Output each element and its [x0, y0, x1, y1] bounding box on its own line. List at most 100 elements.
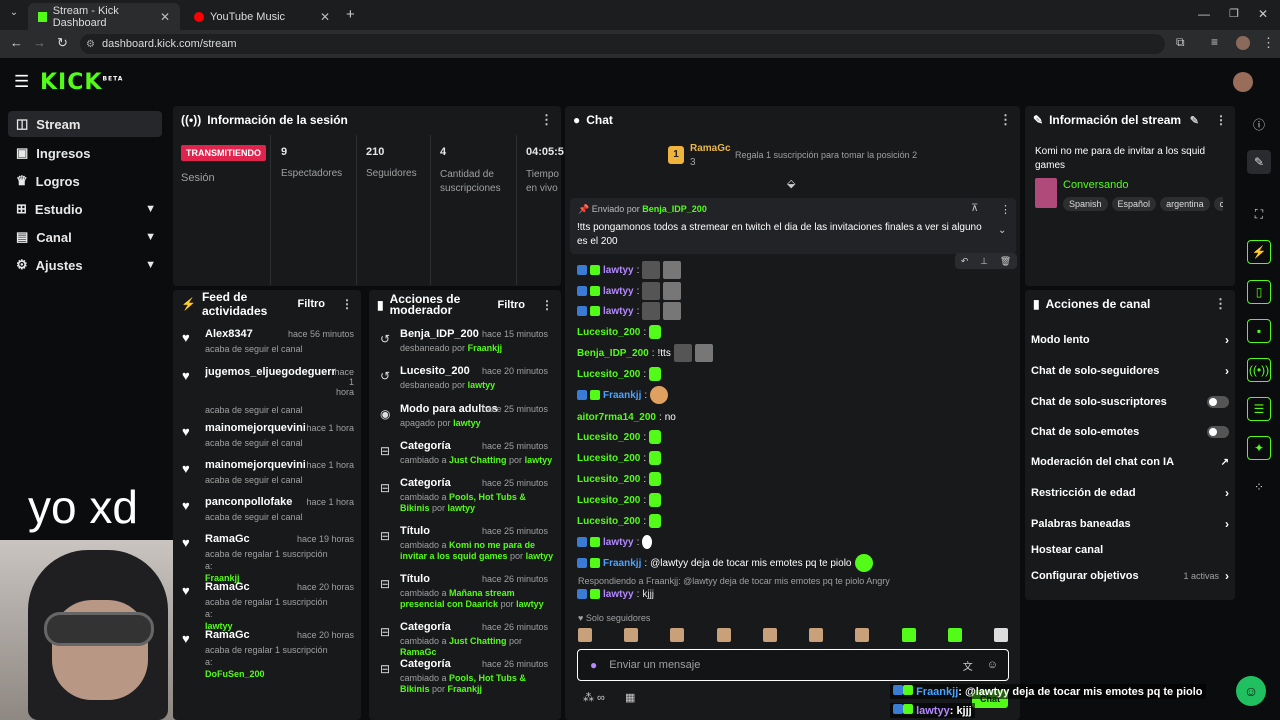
- emoji-icon[interactable]: ☺: [987, 659, 998, 671]
- info-icon[interactable]: ⓘ: [1247, 112, 1271, 136]
- reply-icon[interactable]: ↶: [961, 256, 969, 267]
- chat-icon[interactable]: ▪: [1247, 319, 1271, 343]
- mod-action-by[interactable]: lawtyy: [468, 380, 496, 390]
- filter-button[interactable]: Filtro: [298, 298, 326, 310]
- emote[interactable]: [578, 628, 592, 642]
- fullscreen-icon[interactable]: ⛶: [1247, 202, 1271, 226]
- unpin-icon[interactable]: ⊼: [971, 203, 978, 214]
- sidebar-item-stream[interactable]: ◫ Stream: [8, 111, 162, 137]
- tab-kick-dashboard[interactable]: Stream - Kick Dashboard ✕: [28, 3, 180, 30]
- chat-username[interactable]: Benja_IDP_200: [577, 348, 649, 359]
- chat-username[interactable]: Fraankjj: [603, 558, 641, 569]
- feed-user[interactable]: jugemos_eljuegodeguerra66: [205, 366, 335, 378]
- list-icon[interactable]: ☰: [1247, 397, 1271, 421]
- channel-action-6[interactable]: Restricción de edad ›: [1031, 480, 1229, 506]
- emote[interactable]: [670, 628, 685, 642]
- more-options-icon[interactable]: ⋮: [1214, 296, 1227, 312]
- chat-username[interactable]: Lucesito_200: [577, 327, 640, 338]
- extensions-icon[interactable]: ⧉: [1176, 35, 1185, 50]
- pin-icon[interactable]: ⊥: [980, 256, 988, 267]
- chat-username[interactable]: Lucesito_200: [577, 474, 640, 485]
- profile-avatar[interactable]: [1236, 36, 1250, 50]
- apps-icon[interactable]: ⁘: [1247, 475, 1271, 499]
- chat-input[interactable]: Enviar un mensaje: [609, 659, 700, 671]
- new-tab-icon[interactable]: +: [346, 6, 355, 23]
- store-icon[interactable]: ▦: [625, 691, 635, 704]
- chat-username[interactable]: lawtyy: [603, 537, 634, 548]
- more-options-icon[interactable]: ⋮: [999, 112, 1012, 128]
- feed-user[interactable]: Alex8347: [205, 328, 253, 340]
- toggle-switch[interactable]: [1207, 396, 1229, 408]
- chat-username[interactable]: Lucesito_200: [577, 453, 640, 464]
- emote[interactable]: [716, 628, 731, 642]
- mod-action-by[interactable]: Fraankjj: [468, 343, 503, 353]
- channel-action-8[interactable]: Hostear canal: [1031, 537, 1229, 563]
- chat-username[interactable]: lawtyy: [603, 286, 634, 297]
- chat-username[interactable]: lawtyy: [603, 589, 634, 600]
- chat-username[interactable]: Lucesito_200: [577, 516, 640, 527]
- sidebar-item-ingresos[interactable]: ▣ Ingresos: [8, 140, 162, 166]
- feed-target[interactable]: DoFuSen_200: [205, 668, 335, 680]
- toggle-switch[interactable]: [1207, 426, 1229, 438]
- collapse-icon[interactable]: ⬙: [787, 177, 795, 190]
- sidebar-item-logros[interactable]: ♛ Logros: [8, 168, 162, 194]
- sidebar-item-estudio[interactable]: ⊞ Estudio ▼: [8, 196, 162, 222]
- tag[interactable]: Spanish: [1063, 197, 1108, 211]
- feed-user[interactable]: RamaGc: [205, 581, 250, 593]
- chat-username[interactable]: lawtyy: [603, 265, 634, 276]
- media-controls-icon[interactable]: ≡: [1211, 35, 1218, 49]
- sidebar-item-canal[interactable]: ▤ Canal ▼: [8, 224, 162, 250]
- chat-username[interactable]: lawtyy: [603, 306, 634, 317]
- chevron-down-icon[interactable]: ⌄: [998, 225, 1006, 236]
- chat-username[interactable]: aitor7rma14_200: [577, 412, 656, 423]
- mod-action-by[interactable]: lawtyy: [525, 455, 553, 465]
- tag[interactable]: Español: [1111, 197, 1157, 211]
- tab-list-icon[interactable]: ⌄: [6, 7, 22, 23]
- emote[interactable]: [901, 628, 916, 642]
- emote[interactable]: [855, 628, 870, 642]
- more-options-icon[interactable]: ⋮: [541, 298, 553, 312]
- mod-action-by[interactable]: lawtyy: [516, 599, 544, 609]
- emote[interactable]: [993, 628, 1008, 642]
- maximize-icon[interactable]: ❐: [1229, 7, 1239, 20]
- channel-action-5[interactable]: Moderación del chat con IA ↗: [1031, 449, 1229, 475]
- mod-action-by[interactable]: lawtyy: [448, 503, 476, 513]
- delete-icon[interactable]: 🗑: [1000, 256, 1011, 267]
- mod-action-by[interactable]: Fraankjj: [448, 684, 483, 694]
- feed-user[interactable]: RamaGc: [205, 533, 250, 545]
- chat-username[interactable]: Lucesito_200: [577, 369, 640, 380]
- mod-action-by[interactable]: lawtyy: [526, 551, 554, 561]
- category-link[interactable]: Conversando: [1063, 179, 1128, 191]
- emote[interactable]: [624, 628, 639, 642]
- more-options-icon[interactable]: ⋮: [1000, 203, 1011, 216]
- channel-action-2[interactable]: Chat de solo-seguidores ›: [1031, 358, 1229, 384]
- filter-button[interactable]: Filtro: [498, 299, 526, 311]
- url-field[interactable]: ⚙ dashboard.kick.com/stream: [80, 34, 1165, 54]
- chat-username[interactable]: Lucesito_200: [577, 495, 640, 506]
- tag[interactable]: ch: [1213, 197, 1223, 211]
- minimize-icon[interactable]: —: [1198, 7, 1210, 21]
- emote[interactable]: [947, 628, 962, 642]
- pencil-icon[interactable]: ✎: [1247, 150, 1271, 174]
- emote[interactable]: [809, 628, 824, 642]
- channel-action-7[interactable]: Palabras baneadas ›: [1031, 511, 1229, 537]
- browser-menu-icon[interactable]: ⋮: [1262, 35, 1275, 51]
- microphone-icon[interactable]: ●: [590, 658, 597, 672]
- broadcast-icon[interactable]: ((•)): [1247, 358, 1271, 382]
- user-avatar[interactable]: [1233, 72, 1253, 92]
- hamburger-menu-icon[interactable]: ☰: [14, 72, 29, 92]
- feed-user[interactable]: RamaGc: [205, 629, 250, 641]
- channel-action-4[interactable]: Chat de solo-emotes: [1031, 419, 1229, 445]
- channel-action-9[interactable]: Configurar objetivos 1 activas ›: [1031, 563, 1229, 589]
- edit-icon[interactable]: ✎: [1190, 114, 1199, 127]
- site-info-icon[interactable]: ⚙: [86, 39, 95, 50]
- more-options-icon[interactable]: ⋮: [1215, 113, 1227, 127]
- translate-icon[interactable]: 文: [963, 658, 973, 673]
- chat-username[interactable]: Lucesito_200: [577, 432, 640, 443]
- chat-username[interactable]: Fraankjj: [603, 390, 641, 401]
- chat-input-box[interactable]: ● Enviar un mensaje 文 ☺: [577, 649, 1009, 681]
- emote[interactable]: [762, 628, 777, 642]
- tag[interactable]: argentina: [1160, 197, 1210, 211]
- tab-youtube-music[interactable]: YouTube Music ✕: [184, 3, 340, 30]
- channel-action-3[interactable]: Chat de solo-suscriptores: [1031, 389, 1229, 415]
